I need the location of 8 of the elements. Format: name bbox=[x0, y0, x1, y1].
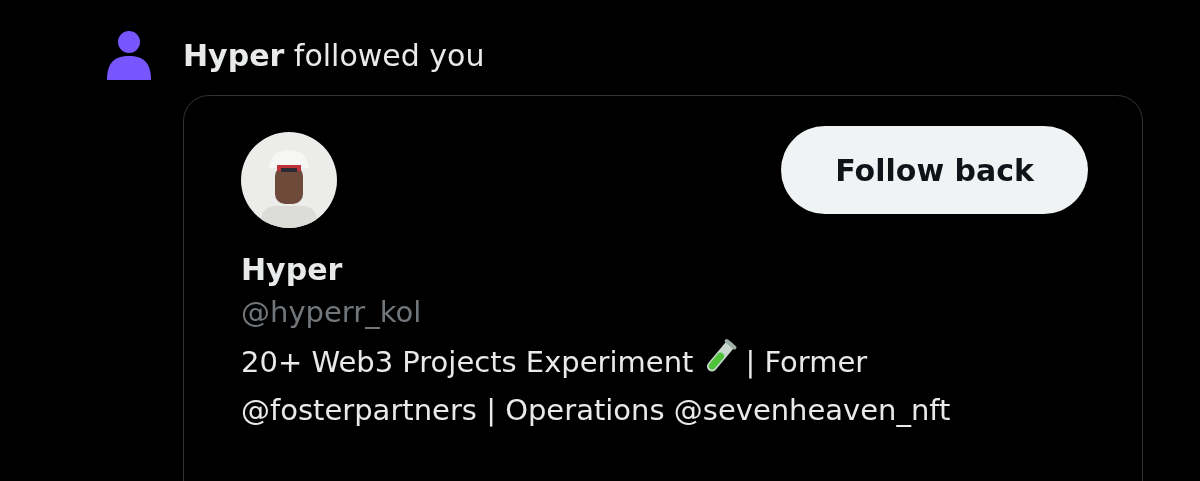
follow-back-button[interactable]: Follow back bbox=[781, 126, 1088, 214]
bio-text: | Former bbox=[745, 345, 868, 379]
bio-text: @fosterpartners | Operations @sevenheaven_nft bbox=[241, 393, 951, 427]
bio-text: 20+ Web3 Projects Experiment bbox=[241, 345, 694, 379]
person-icon bbox=[105, 30, 153, 80]
profile-name[interactable]: Hyper bbox=[241, 250, 1088, 290]
profile-handle[interactable]: @hyperr_kol bbox=[241, 290, 1088, 334]
notification-text: Hyper followed you bbox=[183, 37, 485, 73]
